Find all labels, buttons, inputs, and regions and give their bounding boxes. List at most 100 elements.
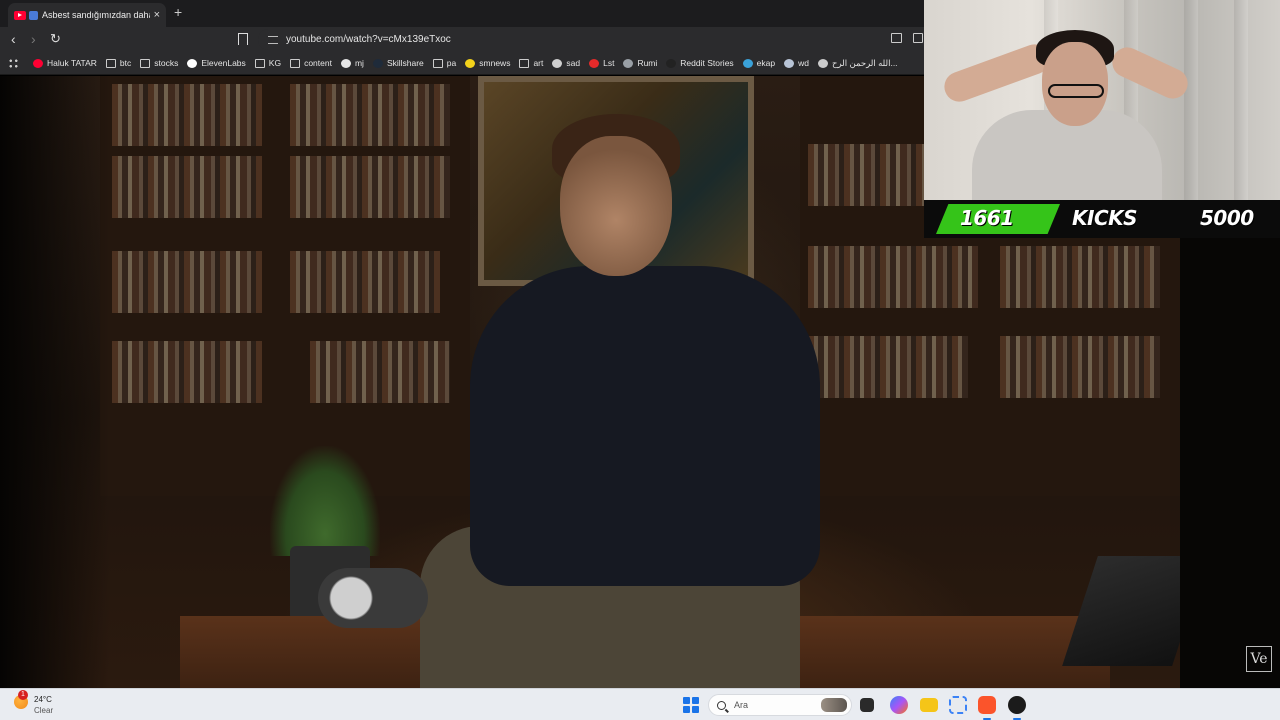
bookmark-icon[interactable] bbox=[238, 33, 248, 45]
forward-button[interactable]: › bbox=[31, 31, 36, 47]
obs-studio-icon[interactable] bbox=[1008, 696, 1026, 714]
bookmark-label: الله الرحمن الرح... bbox=[831, 57, 898, 68]
bookmark-item[interactable]: الله الرحمن الرح... bbox=[817, 57, 898, 69]
person-body bbox=[470, 266, 820, 586]
reload-button[interactable]: ↻ bbox=[50, 31, 61, 47]
bookmark-label: pa bbox=[446, 58, 457, 68]
bookmark-label: mj bbox=[354, 58, 364, 68]
curtain-fold bbox=[1184, 0, 1198, 200]
browser-tab-bar: Asbest sandığımızdan daha b × + bbox=[0, 0, 924, 27]
bookmark-item[interactable]: ElevenLabs bbox=[187, 58, 246, 68]
bookmark-label: art bbox=[533, 58, 544, 68]
folder-icon bbox=[432, 58, 443, 68]
slash-icon bbox=[552, 58, 563, 68]
back-button[interactable]: ‹ bbox=[11, 31, 16, 47]
bookmark-label: KG bbox=[268, 58, 282, 68]
bookmark-item[interactable]: KG bbox=[254, 58, 282, 68]
bookmark-label: ElevenLabs bbox=[201, 58, 246, 68]
folder-icon bbox=[290, 58, 301, 68]
books bbox=[112, 251, 262, 313]
kicks-goal: 5000 bbox=[1200, 206, 1254, 230]
books bbox=[112, 84, 262, 146]
bookmark-item[interactable]: stocks bbox=[140, 58, 178, 68]
start-button[interactable] bbox=[683, 697, 699, 713]
elevenlabs-icon bbox=[187, 58, 198, 68]
books bbox=[808, 144, 928, 206]
youtube-icon bbox=[33, 58, 43, 68]
bookmark-item[interactable]: Lst bbox=[589, 58, 614, 68]
d-icon bbox=[666, 58, 677, 68]
books bbox=[112, 156, 262, 218]
tab-active[interactable]: Asbest sandığımızdan daha b × bbox=[8, 3, 166, 27]
smiley-icon bbox=[465, 58, 476, 68]
brave-browser-icon[interactable] bbox=[978, 696, 996, 714]
share-icon[interactable] bbox=[913, 33, 923, 43]
bookmark-label: content bbox=[304, 58, 332, 68]
address-bar[interactable]: youtube.com/watch?v=cMx139eTxoc bbox=[258, 29, 924, 50]
bookmark-item[interactable]: wd bbox=[784, 58, 809, 68]
globe-icon bbox=[623, 58, 634, 68]
streamer-glasses bbox=[1048, 84, 1104, 98]
books bbox=[808, 336, 968, 398]
bookmark-label: Rumi bbox=[637, 58, 658, 68]
search-placeholder: Ara bbox=[734, 700, 749, 710]
kicks-goal-bar: 1661 KICKS 5000 bbox=[924, 200, 1280, 238]
weather-condition: Clear bbox=[34, 706, 54, 715]
snipping-tool-icon[interactable] bbox=[949, 696, 967, 714]
curtain-fold bbox=[1234, 0, 1248, 200]
folder-icon bbox=[105, 58, 116, 68]
books bbox=[1000, 246, 1160, 308]
bookmarks-bar: Haluk TATAR btc stocks ElevenLabs KG content m… bbox=[0, 52, 924, 75]
tab-title: Asbest sandığımızdan daha b bbox=[42, 10, 150, 20]
folder-icon bbox=[254, 58, 265, 68]
bookmark-label: Haluk TATAR bbox=[47, 58, 97, 68]
bookmark-item[interactable]: Reddit Stories bbox=[666, 58, 734, 68]
github-icon bbox=[340, 58, 351, 68]
bookmark-item[interactable]: art bbox=[519, 58, 543, 68]
bookmark-item[interactable]: btc bbox=[105, 58, 132, 68]
ekap-icon bbox=[742, 58, 753, 68]
bookmark-item[interactable]: sad bbox=[552, 58, 580, 68]
cast-icon[interactable] bbox=[891, 33, 902, 43]
bookmark-label: smnews bbox=[479, 58, 511, 68]
page-icon bbox=[817, 58, 828, 68]
bookmark-item[interactable]: Haluk TATAR bbox=[33, 58, 97, 68]
translate-icon bbox=[29, 10, 38, 20]
apps-grid-icon[interactable] bbox=[8, 57, 19, 69]
taskbar-search[interactable]: Ara bbox=[708, 694, 852, 716]
close-tab-icon[interactable]: × bbox=[154, 9, 160, 21]
bookmark-item[interactable]: mj bbox=[340, 58, 364, 68]
browser-toolbar: ‹ › ↻ youtube.com/watch?v=cMx139eTxoc bbox=[0, 27, 924, 52]
bookmark-item[interactable]: Skillshare bbox=[372, 58, 424, 68]
bookmark-item[interactable]: smnews bbox=[465, 58, 510, 68]
bookmark-label: stocks bbox=[154, 58, 179, 68]
bookmark-label: btc bbox=[119, 58, 132, 68]
plant bbox=[270, 446, 380, 556]
new-tab-button[interactable]: + bbox=[174, 4, 182, 20]
channel-watermark[interactable]: Ve bbox=[1246, 646, 1272, 672]
copilot-icon[interactable] bbox=[890, 696, 908, 714]
folder-icon bbox=[519, 58, 530, 68]
person-face bbox=[560, 136, 672, 276]
bookmark-item[interactable]: ekap bbox=[742, 58, 775, 68]
notification-badge: 1 bbox=[18, 690, 28, 700]
kicks-current: 1661 bbox=[960, 206, 1014, 230]
search-highlight-image bbox=[821, 698, 847, 712]
folder-icon bbox=[140, 58, 151, 68]
task-view-icon[interactable] bbox=[860, 698, 874, 712]
bookmark-item[interactable]: Rumi bbox=[623, 58, 657, 68]
bookmark-label: wd bbox=[798, 58, 809, 68]
windows-taskbar: 1 24°C Clear Ara bbox=[0, 688, 1280, 720]
bookmark-item[interactable]: content bbox=[290, 58, 332, 68]
bookmark-item[interactable]: pa bbox=[432, 58, 457, 68]
kicks-label: KICKS bbox=[1072, 206, 1138, 230]
site-settings-icon[interactable] bbox=[268, 35, 278, 44]
streamer-arm bbox=[1107, 42, 1193, 104]
books bbox=[290, 84, 450, 146]
books bbox=[290, 251, 440, 313]
bookmark-label: Lst bbox=[603, 58, 615, 68]
s-icon bbox=[589, 58, 600, 68]
books bbox=[1000, 336, 1160, 398]
books bbox=[808, 246, 978, 308]
file-explorer-icon[interactable] bbox=[920, 698, 938, 712]
